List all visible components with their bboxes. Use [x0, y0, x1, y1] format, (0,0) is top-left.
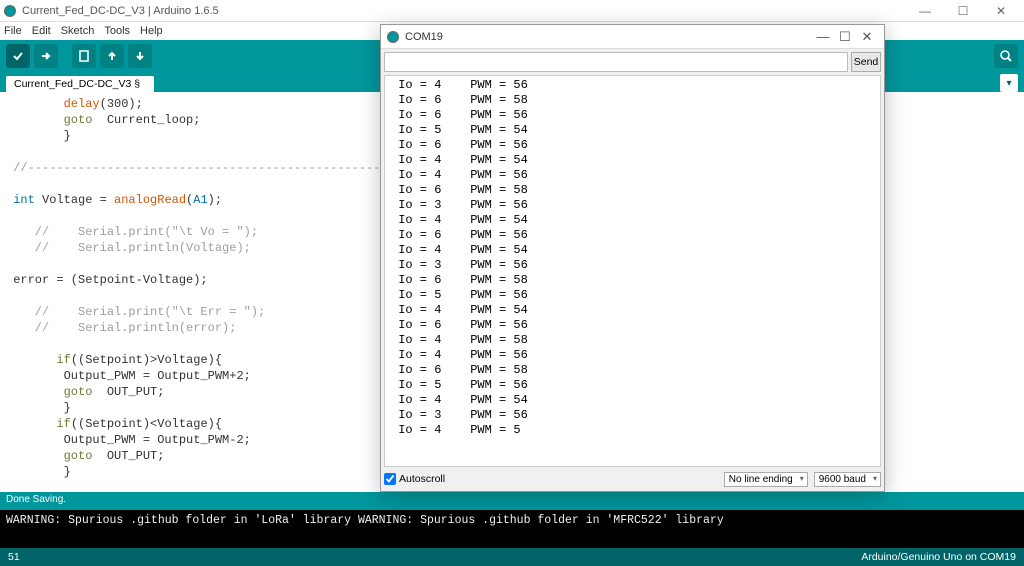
menu-help[interactable]: Help: [140, 25, 163, 37]
check-icon: [11, 49, 25, 63]
file-icon: [77, 49, 91, 63]
serial-monitor-window: COM19 — ☐ ✕ Send Io = 4 PWM = 56 Io = 6 …: [380, 24, 885, 492]
serial-monitor-button[interactable]: [994, 44, 1018, 68]
serial-maximize-button[interactable]: ☐: [834, 26, 856, 48]
verify-button[interactable]: [6, 44, 30, 68]
serial-title: COM19: [405, 31, 812, 43]
new-button[interactable]: [72, 44, 96, 68]
serial-bottom: Autoscroll No line ending 9600 baud: [381, 467, 884, 491]
serial-input-row: Send: [381, 49, 884, 75]
arrow-up-icon: [105, 49, 119, 63]
console-output: WARNING: Spurious .github folder in 'LoR…: [0, 510, 1024, 548]
autoscroll-input[interactable]: [384, 473, 396, 485]
autoscroll-label: Autoscroll: [399, 473, 445, 485]
baud-dropdown[interactable]: 9600 baud: [814, 472, 881, 487]
maximize-button[interactable]: ☐: [944, 0, 982, 22]
tab-menu-button[interactable]: ▾: [1000, 74, 1018, 92]
status-bar: Done Saving.: [0, 492, 1024, 510]
serial-close-button[interactable]: ✕: [856, 26, 878, 48]
board-port: Arduino/Genuino Uno on COM19: [861, 551, 1016, 563]
serial-titlebar: COM19 — ☐ ✕: [381, 25, 884, 49]
close-button[interactable]: ✕: [982, 0, 1020, 22]
main-titlebar: Current_Fed_DC-DC_V3 | Arduino 1.6.5 — ☐…: [0, 0, 1024, 22]
save-button[interactable]: [128, 44, 152, 68]
magnifier-icon: [999, 49, 1013, 63]
serial-minimize-button[interactable]: —: [812, 26, 834, 48]
arduino-icon: [387, 31, 399, 43]
sketch-tab[interactable]: Current_Fed_DC-DC_V3 §: [6, 76, 154, 92]
menu-sketch[interactable]: Sketch: [61, 25, 95, 37]
open-button[interactable]: [100, 44, 124, 68]
menu-edit[interactable]: Edit: [32, 25, 51, 37]
serial-input[interactable]: [384, 52, 848, 72]
upload-button[interactable]: [34, 44, 58, 68]
window-title: Current_Fed_DC-DC_V3 | Arduino 1.6.5: [22, 5, 906, 17]
minimize-button[interactable]: —: [906, 0, 944, 22]
serial-output[interactable]: Io = 4 PWM = 56 Io = 6 PWM = 58 Io = 6 P…: [384, 75, 881, 467]
send-button[interactable]: Send: [851, 52, 881, 72]
footer: 51 Arduino/Genuino Uno on COM19: [0, 548, 1024, 566]
arrow-down-icon: [133, 49, 147, 63]
tab-label: Current_Fed_DC-DC_V3 §: [14, 78, 140, 90]
autoscroll-checkbox[interactable]: Autoscroll: [384, 473, 445, 485]
arrow-right-icon: [39, 49, 53, 63]
line-ending-dropdown[interactable]: No line ending: [724, 472, 808, 487]
line-number: 51: [8, 551, 20, 563]
menu-file[interactable]: File: [4, 25, 22, 37]
arduino-icon: [4, 5, 16, 17]
menu-tools[interactable]: Tools: [104, 25, 130, 37]
